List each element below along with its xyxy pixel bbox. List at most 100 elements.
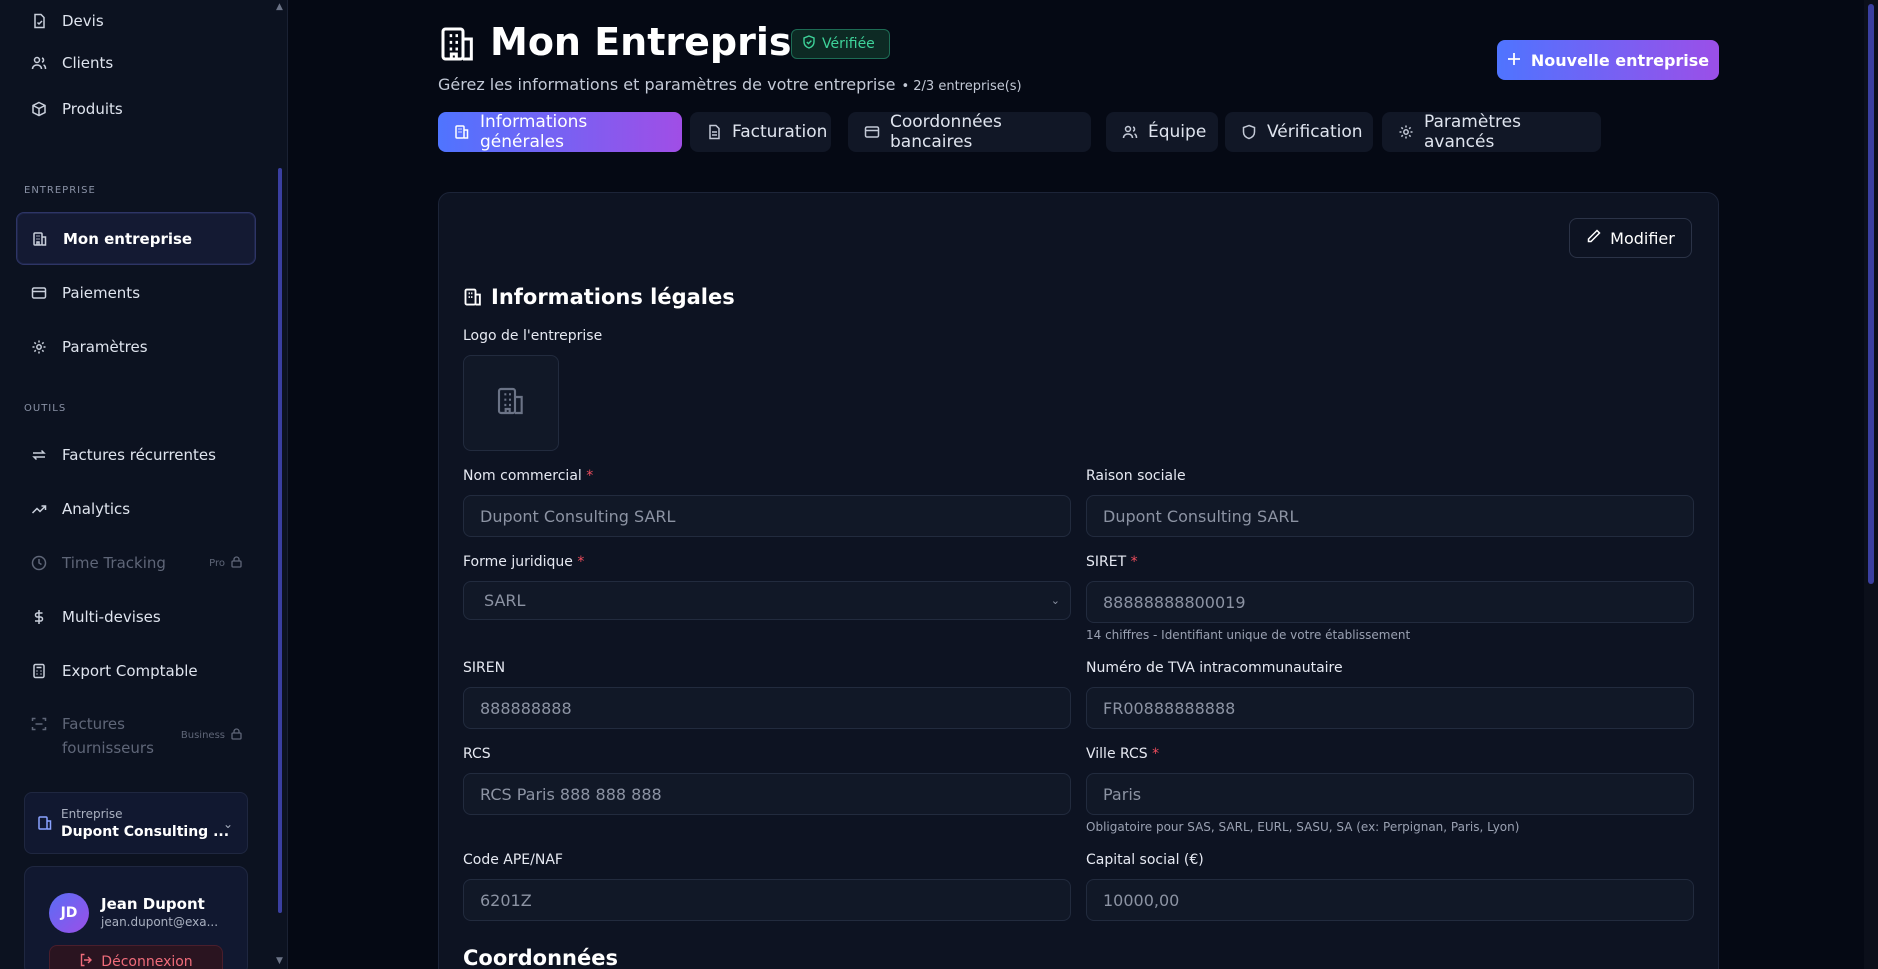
section-label-outils: OUTILS (24, 403, 67, 414)
sidebar-item-paiements[interactable]: Paiements (16, 268, 256, 318)
sidebar-item-label: Produits (62, 100, 123, 118)
building-icon (454, 124, 470, 140)
avatar: JD (49, 893, 89, 933)
user-card: JD Jean Dupont jean.dupont@exa... Déconn… (24, 866, 248, 969)
scroll-up-icon[interactable]: ▲ (276, 3, 284, 12)
logout-button[interactable]: Déconnexion (49, 945, 223, 969)
sidebar-scroll-thumb[interactable] (278, 168, 282, 913)
rcs-field[interactable]: RCS Paris 888 888 888 (463, 773, 1071, 815)
file-check-icon (30, 12, 48, 30)
building-icon (31, 230, 49, 248)
lock-icon (231, 728, 242, 743)
edit-button[interactable]: Modifier (1569, 218, 1692, 258)
sidebar-scrollbar[interactable]: ▲ ▼ (273, 0, 287, 969)
gear-icon (30, 338, 48, 356)
field-label: SIRET * (1086, 554, 1138, 570)
calculator-icon (30, 662, 48, 680)
sidebar-item-clients[interactable]: Clients (16, 38, 256, 88)
sidebar-item-label: Multi-devises (62, 608, 161, 626)
repeat-icon (30, 446, 48, 464)
building-icon (438, 24, 478, 64)
nom-commercial-field[interactable]: Dupont Consulting SARL (463, 495, 1071, 537)
field-label: RCS (463, 746, 491, 762)
user-email: jean.dupont@exa... (101, 915, 219, 929)
ville-rcs-helper: Obligatoire pour SAS, SARL, EURL, SASU, … (1086, 820, 1520, 834)
legal-info-card: Modifier Informations légales Logo de l'… (438, 192, 1719, 969)
box-icon (30, 100, 48, 118)
field-label: Ville RCS * (1086, 746, 1160, 762)
sidebar-item-export-comptable[interactable]: Export Comptable (16, 646, 256, 696)
sidebar-item-label: Devis (62, 12, 104, 30)
tab-equipe[interactable]: Équipe (1106, 112, 1218, 152)
sidebar-item-factures-recurrentes[interactable]: Factures récurrentes (16, 430, 256, 480)
credit-card-icon (30, 284, 48, 302)
logout-icon (79, 953, 93, 969)
status-badge: Vérifiée (791, 29, 890, 59)
page-subtitle: Gérez les informations et paramètres de … (438, 75, 1022, 94)
sidebar-item-label: Time Tracking (62, 554, 166, 572)
ville-rcs-field[interactable]: Paris (1086, 773, 1694, 815)
section-title: Informations légales (463, 285, 735, 309)
page-scroll-thumb[interactable] (1868, 4, 1874, 584)
sidebar-item-label: Paramètres (62, 338, 148, 356)
sidebar-item-label: Mon entreprise (63, 229, 193, 248)
forme-juridique-select[interactable]: SARL ⌄ (463, 581, 1071, 620)
logo-label: Logo de l'entreprise (463, 328, 603, 344)
field-label: Nom commercial * (463, 468, 594, 484)
sidebar-item-label: Factures récurrentes (62, 446, 216, 464)
plan-tag: Business (181, 728, 242, 743)
scroll-down-icon[interactable]: ▼ (276, 957, 284, 966)
building-icon (37, 815, 53, 831)
section-label-entreprise: ENTREPRISE (24, 185, 96, 196)
ape-field[interactable]: 6201Z (463, 879, 1071, 921)
field-label: Numéro de TVA intracommunautaire (1086, 660, 1343, 676)
plus-icon (1507, 51, 1521, 70)
user-name: Jean Dupont (101, 895, 205, 913)
new-company-button[interactable]: Nouvelle entreprise (1497, 40, 1719, 80)
sidebar-item-label: Paiements (62, 284, 141, 302)
building-icon (495, 385, 527, 421)
org-switcher-label: Entreprise (61, 807, 123, 821)
siren-field[interactable]: 888888888 (463, 687, 1071, 729)
company-count: • 2/3 entreprise(s) (901, 79, 1022, 94)
sidebar-item-parametres[interactable]: Paramètres (16, 322, 256, 372)
org-switcher[interactable]: Entreprise Dupont Consulting ... ⌄ (24, 792, 248, 854)
shield-check-icon (802, 35, 816, 53)
sidebar-item-analytics[interactable]: Analytics (16, 484, 256, 534)
sidebar-item-label: Analytics (62, 500, 131, 518)
gear-icon (1398, 124, 1414, 140)
raison-sociale-field[interactable]: Dupont Consulting SARL (1086, 495, 1694, 537)
section-title-coordonnees: Coordonnées (463, 946, 618, 969)
tab-facturation[interactable]: Facturation (690, 112, 831, 152)
pencil-icon (1586, 228, 1602, 248)
field-label: Forme juridique * (463, 554, 585, 570)
sidebar-item-multi-devises[interactable]: Multi-devises (16, 592, 256, 642)
trend-icon (30, 500, 48, 518)
tab-verification[interactable]: Vérification (1225, 112, 1373, 152)
tab-coordonnees-bancaires[interactable]: Coordonnées bancaires (848, 112, 1091, 152)
tab-informations-generales[interactable]: Informations générales (438, 112, 682, 152)
file-icon (706, 124, 722, 140)
scan-icon (30, 715, 48, 733)
sidebar-item-label: Clients (62, 54, 114, 72)
siret-helper: 14 chiffres - Identifiant unique de votr… (1086, 628, 1411, 642)
sidebar-item-label: Export Comptable (62, 662, 198, 680)
field-label: Code APE/NAF (463, 852, 563, 868)
page-scrollbar[interactable] (1864, 0, 1878, 969)
sidebar-item-mon-entreprise[interactable]: Mon entreprise (16, 212, 256, 265)
sidebar-item-factures-fournisseurs[interactable]: Factures fournisseurs Business (16, 712, 256, 764)
logo-upload[interactable] (463, 355, 559, 451)
plan-tag: Pro (209, 555, 242, 571)
dollar-icon (30, 608, 48, 626)
sidebar-item-produits[interactable]: Produits (16, 84, 256, 134)
tva-field[interactable]: FR00888888888 (1086, 687, 1694, 729)
field-label: Raison sociale (1086, 468, 1186, 484)
siret-field[interactable]: 88888888800019 (1086, 581, 1694, 623)
sidebar-item-time-tracking[interactable]: Time Tracking Pro (16, 538, 256, 588)
tab-parametres-avances[interactable]: Paramètres avancés (1382, 112, 1601, 152)
capital-field[interactable]: 10000,00 (1086, 879, 1694, 921)
field-label: SIREN (463, 660, 506, 676)
shield-icon (1241, 124, 1257, 140)
field-label: Capital social (€) (1086, 852, 1204, 868)
page-title: Mon Entreprise (490, 20, 818, 64)
